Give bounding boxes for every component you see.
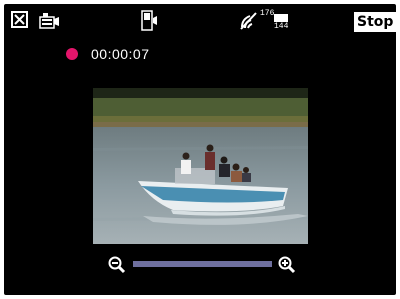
top-bar: 176 144 Stop — [4, 4, 396, 38]
camera-preview — [93, 88, 308, 244]
zoom-in-icon[interactable] — [278, 256, 296, 279]
stop-button[interactable]: Stop — [354, 12, 396, 32]
zoom-slider[interactable] — [133, 261, 272, 267]
camera-icon — [38, 12, 60, 35]
device-icon — [139, 10, 159, 37]
preview-image — [93, 88, 308, 244]
resolution-height: 144 — [274, 22, 289, 31]
zoom-control — [104, 254, 304, 274]
resolution-width: 176 — [260, 9, 275, 18]
record-dot-icon — [66, 48, 78, 60]
zoom-out-icon[interactable] — [108, 256, 126, 279]
resolution-block-icon — [274, 14, 288, 22]
recording-timer: 00:00:07 — [91, 46, 150, 62]
close-icon[interactable] — [11, 11, 28, 28]
camera-screen: 176 144 Stop 00:00:07 — [4, 4, 396, 295]
zoom-level-fill — [133, 261, 272, 267]
no-signal-icon — [239, 11, 259, 36]
resolution-indicator: 176 144 — [260, 9, 300, 33]
